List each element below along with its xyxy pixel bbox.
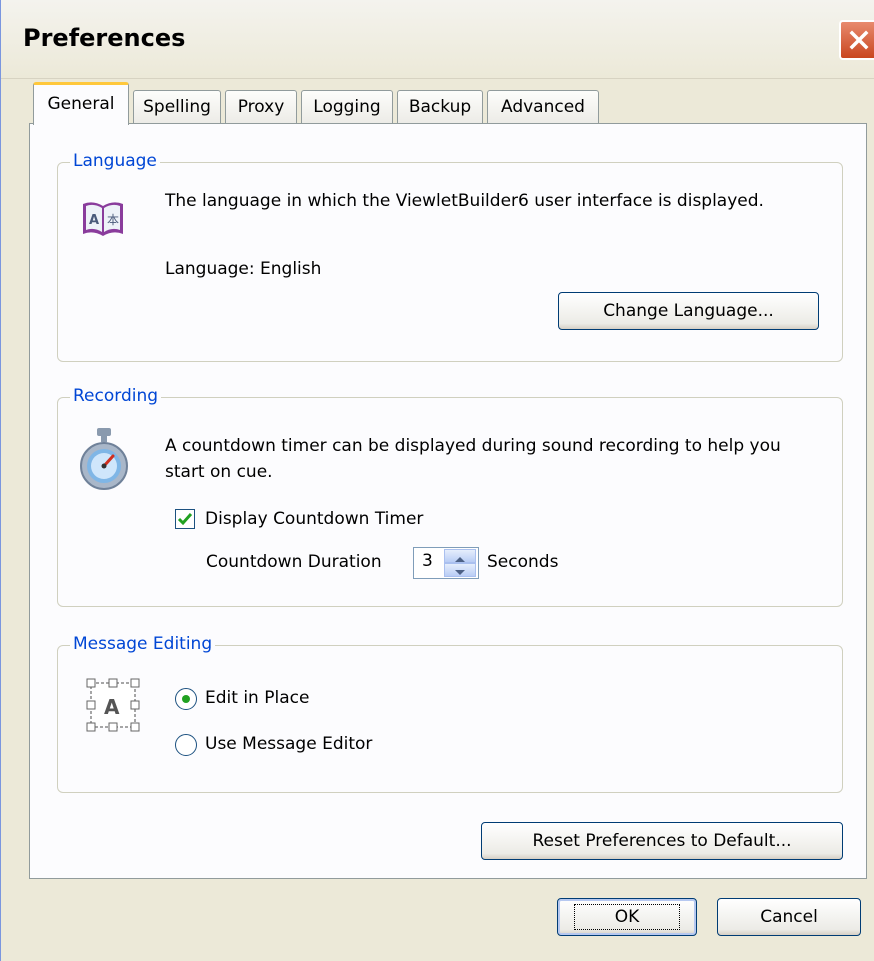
edit-in-place-radio[interactable]	[175, 688, 197, 710]
cancel-button[interactable]: Cancel	[717, 898, 861, 936]
close-icon	[849, 30, 869, 50]
ok-label: OK	[573, 904, 681, 930]
tab-backup[interactable]: Backup	[397, 90, 483, 124]
current-language: Language: English	[165, 259, 322, 279]
countdown-duration-unit: Seconds	[487, 552, 559, 572]
tab-spelling[interactable]: Spelling	[133, 90, 221, 124]
reset-preferences-label: Reset Preferences to Default...	[532, 831, 792, 851]
language-description: The language in which the ViewletBuilder…	[165, 191, 764, 211]
countdown-timer-label: Display Countdown Timer	[205, 509, 424, 529]
countdown-duration-label: Countdown Duration	[206, 552, 382, 572]
cancel-label: Cancel	[760, 907, 818, 927]
tab-proxy[interactable]: Proxy	[225, 90, 297, 124]
message-editing-group-label: Message Editing	[70, 634, 216, 654]
svg-text:本: 本	[107, 213, 119, 227]
use-message-editor-radio[interactable]	[175, 734, 197, 756]
countdown-timer-checkbox[interactable]	[175, 509, 195, 529]
reset-preferences-button[interactable]: Reset Preferences to Default...	[481, 822, 843, 860]
svg-text:A: A	[104, 695, 120, 719]
language-group-label: Language	[70, 151, 160, 171]
preferences-window: Preferences General Spelling Proxy Loggi…	[0, 0, 874, 961]
tab-advanced[interactable]: Advanced	[487, 90, 599, 124]
book-language-icon: A 本	[83, 202, 123, 236]
recording-description: A countdown timer can be displayed durin…	[165, 436, 781, 482]
text-box-icon: A	[86, 678, 140, 732]
window-title: Preferences	[23, 24, 186, 52]
tab-general[interactable]: General	[33, 82, 129, 125]
change-language-label: Change Language...	[603, 301, 774, 321]
checkmark-icon	[177, 513, 193, 526]
stepper-up-button[interactable]	[444, 549, 476, 563]
ok-button[interactable]: OK	[557, 898, 697, 936]
tab-logging[interactable]: Logging	[301, 90, 393, 124]
stopwatch-icon	[80, 428, 128, 490]
close-button[interactable]	[839, 20, 874, 60]
change-language-button[interactable]: Change Language...	[558, 292, 819, 330]
use-message-editor-label: Use Message Editor	[205, 734, 373, 754]
arrow-down-icon	[455, 570, 465, 575]
countdown-duration-value: 3	[422, 551, 433, 571]
countdown-duration-stepper[interactable]: 3	[413, 547, 479, 579]
radio-selected-dot	[182, 695, 190, 703]
edit-in-place-label: Edit in Place	[205, 688, 310, 708]
stepper-down-button[interactable]	[444, 563, 476, 577]
svg-text:A: A	[89, 213, 99, 228]
recording-group-label: Recording	[70, 386, 162, 406]
message-editing-group: Message Editing	[57, 634, 843, 793]
title-bar: Preferences	[1, 0, 874, 79]
